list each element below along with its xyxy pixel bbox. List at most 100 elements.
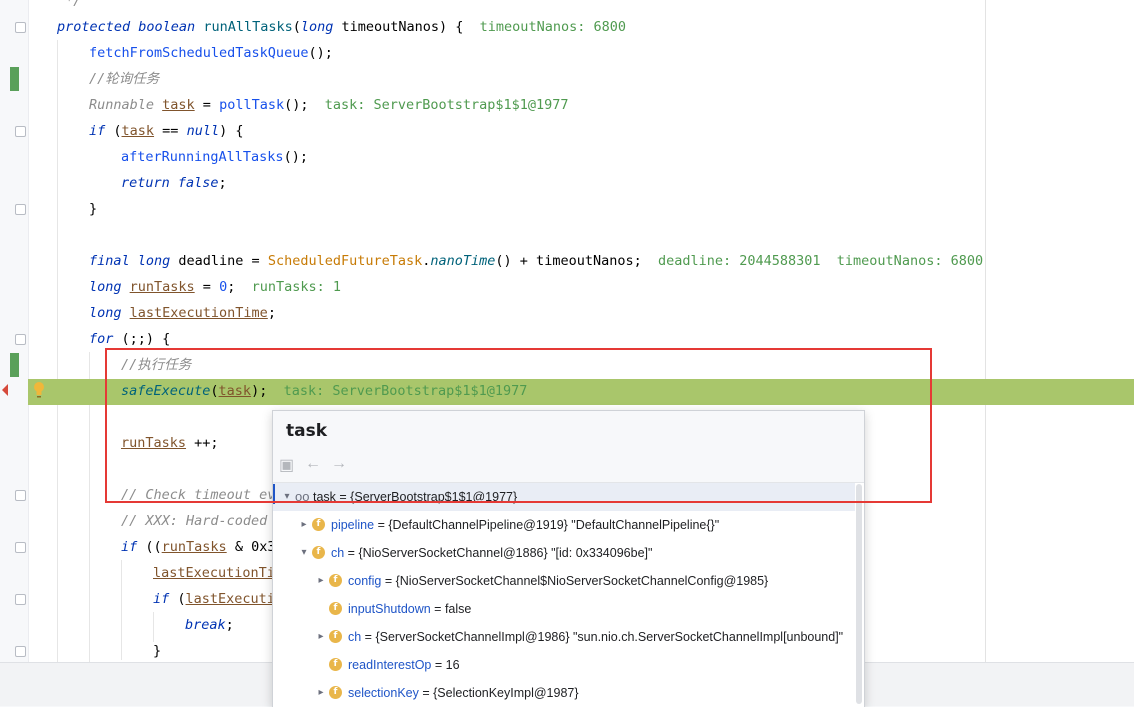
- right-margin-guide: [985, 0, 986, 670]
- tree-row[interactable]: f readInterestOp = 16: [273, 651, 855, 679]
- code-token: ();: [284, 97, 325, 113]
- code-token: break: [185, 617, 226, 633]
- fold-marker[interactable]: [15, 334, 26, 345]
- code-line[interactable]: // XXX: Hard-coded: [121, 508, 267, 534]
- fold-marker[interactable]: [15, 542, 26, 553]
- variable-name: ch: [348, 630, 362, 644]
- field-icon: f: [329, 602, 342, 615]
- code-token: Runnable: [89, 97, 163, 113]
- fold-marker[interactable]: [15, 126, 26, 137]
- tree-row[interactable]: ▸ f ch = {ServerSocketChannelImpl@1986} "s…: [273, 623, 855, 651]
- code-token: long: [89, 305, 130, 321]
- tree-row[interactable]: ▸ f pipeline = {DefaultChannelPipeline@191…: [273, 511, 855, 539]
- code-line[interactable]: afterRunningAllTasks();: [121, 144, 308, 170]
- code-token: ScheduledFutureTask: [267, 253, 423, 269]
- code-token: long: [89, 279, 130, 295]
- tree-row[interactable]: ▾ f ch = {NioServerSocketChannel@1886} "[i…: [273, 539, 855, 567]
- vcs-change-marker[interactable]: [10, 353, 19, 377]
- code-line[interactable]: //轮询任务: [89, 66, 159, 92]
- chevron-right-icon[interactable]: ▸: [298, 511, 310, 539]
- variable-value: = {NioServerSocketChannel$NioServerSocke…: [381, 574, 769, 588]
- indent-guide: [57, 40, 58, 665]
- code-token: (: [292, 19, 301, 35]
- code-line[interactable]: }: [89, 196, 97, 222]
- code-line[interactable]: */: [57, 0, 81, 14]
- code-line[interactable]: fetchFromScheduledTaskQueue();: [89, 40, 333, 66]
- fold-marker[interactable]: [15, 204, 26, 215]
- tree-row[interactable]: ▸ f config = {NioServerSocketChannel$NioSe…: [273, 567, 855, 595]
- code-token: null: [186, 123, 220, 139]
- field-icon: f: [312, 546, 325, 559]
- code-token: afterRunningAllTasks: [121, 149, 284, 165]
- variable-value: = false: [430, 602, 472, 616]
- field-icon: f: [329, 686, 342, 699]
- gutter-divider: [28, 0, 29, 705]
- code-token: timeoutNanos) {: [341, 19, 480, 35]
- code-token: ();: [283, 149, 308, 165]
- code-token: deadline =: [178, 253, 268, 269]
- tree-row[interactable]: f inputShutdown = false: [273, 595, 855, 623]
- code-token: (;;) {: [121, 331, 171, 347]
- variable-tree[interactable]: ▾ oo task = {ServerBootstrap$1$1@1977} ▸ f pi…: [273, 482, 864, 707]
- indent-guide: [121, 560, 122, 660]
- code-line[interactable]: if (task == null) {: [89, 118, 243, 144]
- code-token: final long: [89, 253, 179, 269]
- code-token: ((: [145, 539, 162, 555]
- code-token: ==: [154, 123, 187, 139]
- code-token: //轮询任务: [89, 71, 160, 87]
- tree-scrollbar[interactable]: [856, 484, 862, 704]
- code-token: 0: [219, 279, 228, 295]
- code-token: lastExecuti: [185, 591, 275, 607]
- variable-name: readInterestOp: [348, 658, 432, 672]
- fold-marker[interactable]: [15, 594, 26, 605]
- code-line[interactable]: if (lastExecuti: [153, 586, 275, 612]
- code-token: }: [153, 643, 162, 659]
- chevron-right-icon[interactable]: ▸: [315, 679, 327, 707]
- variable-value: = {NioServerSocketChannel@1886} "[id: 0x…: [344, 546, 653, 560]
- field-icon: f: [312, 518, 325, 531]
- code-token: }: [89, 201, 98, 217]
- code-token: fetchFromScheduledTaskQueue: [89, 45, 309, 61]
- variable-value: = {ServerSocketChannelImpl@1986} "sun.ni…: [361, 630, 844, 644]
- code-token: & 0x3: [226, 539, 276, 555]
- code-line[interactable]: long runTasks = 0; runTasks: 1: [89, 274, 341, 300]
- breakpoint-icon[interactable]: [0, 384, 8, 396]
- lightbulb-icon[interactable]: [32, 381, 46, 399]
- code-token: ();: [308, 45, 333, 61]
- code-token: long: [300, 19, 342, 35]
- code-line[interactable]: long lastExecutionTime;: [89, 300, 276, 326]
- fold-marker[interactable]: [15, 490, 26, 501]
- code-line[interactable]: }: [153, 638, 161, 664]
- vcs-change-marker[interactable]: [10, 67, 19, 91]
- variable-name: inputShutdown: [348, 602, 431, 616]
- tree-row[interactable]: ▸ f selectionKey = {SelectionKeyImpl@1987}: [273, 679, 855, 707]
- chevron-right-icon[interactable]: ▸: [315, 567, 327, 595]
- code-line[interactable]: lastExecutionTi: [153, 560, 275, 586]
- code-token: ) {: [219, 123, 244, 139]
- code-token: */: [57, 0, 82, 9]
- variable-value: = 16: [431, 658, 460, 672]
- code-token: ;: [267, 305, 276, 321]
- variable-name: selectionKey: [348, 686, 419, 700]
- code-line[interactable]: final long deadline = ScheduledFutureTas…: [89, 248, 983, 274]
- code-token: lastExecutionTime: [129, 305, 268, 321]
- variable-name: ch: [331, 546, 345, 560]
- code-token: =: [194, 97, 220, 113]
- fold-marker[interactable]: [15, 22, 26, 33]
- field-icon: f: [329, 630, 342, 643]
- code-line[interactable]: if ((runTasks & 0x3: [121, 534, 275, 560]
- code-token: for: [89, 331, 122, 347]
- chevron-right-icon[interactable]: ▸: [315, 623, 327, 651]
- code-token: =: [194, 279, 220, 295]
- code-line[interactable]: Runnable task = pollTask(); task: Server…: [89, 92, 569, 118]
- code-token: // XXX: Hard-coded: [121, 513, 268, 529]
- fold-marker[interactable]: [15, 646, 26, 657]
- code-token: runTasks: [129, 279, 195, 295]
- code-token: ;: [227, 279, 252, 295]
- code-line[interactable]: break;: [185, 612, 234, 638]
- code-line[interactable]: return false;: [121, 170, 227, 196]
- chevron-down-icon[interactable]: ▾: [298, 539, 310, 567]
- annotation-highlight-box: [105, 348, 932, 503]
- code-line[interactable]: protected boolean runAllTasks(long timeo…: [57, 14, 626, 40]
- variable-name: config: [348, 574, 382, 588]
